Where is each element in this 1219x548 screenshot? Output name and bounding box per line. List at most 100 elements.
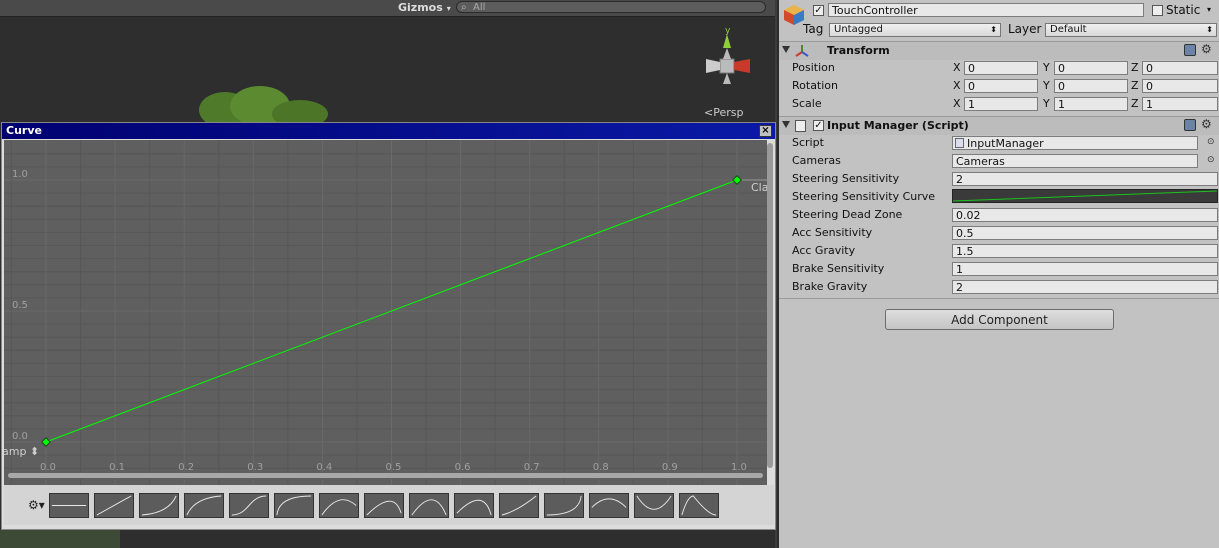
layer-dropdown[interactable]: Default ⬍ — [1045, 23, 1217, 37]
gizmos-dropdown[interactable]: Gizmos ▾ — [398, 1, 451, 14]
inspector-panel: ✓ TouchController Static ▾ Tag Untagged ⬍… — [777, 0, 1219, 548]
object-name-field[interactable]: TouchController — [828, 3, 1144, 17]
curve-preset-button[interactable] — [634, 493, 674, 518]
curve-preset-button[interactable] — [409, 493, 449, 518]
input-manager-title: Input Manager (Script) — [827, 119, 969, 132]
tag-dropdown[interactable]: Untagged ⬍ — [829, 23, 1001, 37]
curve-preset-button[interactable] — [184, 493, 224, 518]
projection-label[interactable]: <Persp — [704, 106, 743, 119]
curve-preset-button[interactable] — [589, 493, 629, 518]
static-dropdown-icon[interactable]: ▾ — [1207, 5, 1211, 14]
horizontal-scrollbar[interactable] — [4, 472, 767, 479]
close-button[interactable]: × — [759, 125, 772, 137]
y-field[interactable]: 0 — [1054, 61, 1128, 75]
tag-dropdown-icon: ⬍ — [990, 25, 997, 34]
curve-window-titlebar[interactable]: Curve × — [2, 123, 775, 139]
acc-gravity-field[interactable]: 1.5 — [952, 244, 1218, 258]
y-axis-label: Y — [1043, 61, 1050, 74]
y-axis-label: Y — [1043, 97, 1050, 110]
curve-preset-button[interactable] — [544, 493, 584, 518]
static-label: Static — [1166, 3, 1201, 17]
y-field[interactable]: 1 — [1054, 97, 1128, 111]
vertical-scroll-thumb[interactable] — [767, 143, 773, 468]
scene-search-input[interactable]: ⌕ All — [456, 1, 766, 13]
acc-gravity-row: Acc Gravity 1.5 — [779, 242, 1219, 260]
close-icon: × — [761, 125, 770, 136]
steering-curve-field[interactable] — [952, 189, 1218, 203]
curve-graph-area[interactable]: 0.0 0.1 0.2 0.3 0.4 0.5 0.6 0.7 0.8 0.9 1.0 0.0 0.5 1… — [4, 140, 767, 495]
acc-sensitivity-field[interactable]: 0.5 — [952, 226, 1218, 240]
curve-preset-button[interactable] — [229, 493, 269, 518]
presets-gear-icon[interactable]: ⚙▾ — [28, 498, 45, 512]
pre-wrap-mode-label[interactable]: amp ⬍ — [4, 445, 39, 458]
object-picker-icon[interactable]: ⊙ — [1207, 137, 1215, 147]
steering-dead-zone-label: Steering Dead Zone — [792, 208, 903, 221]
curve-presets-bar: ⚙▾ — [4, 485, 774, 525]
component-divider — [779, 298, 1219, 299]
transform-foldout-icon[interactable] — [782, 46, 790, 53]
transform-icon — [795, 45, 809, 57]
help-icon[interactable] — [1184, 119, 1196, 131]
curve-preset-button[interactable] — [94, 493, 134, 518]
steering-dead-zone-row: Steering Dead Zone 0.02 — [779, 206, 1219, 224]
curve-chart[interactable]: 0.0 0.1 0.2 0.3 0.4 0.5 0.6 0.7 0.8 0.9 1.00.00.51… — [4, 140, 767, 495]
curve-preset-button[interactable] — [274, 493, 314, 518]
transform-row-label: Rotation — [792, 79, 839, 92]
x-axis-label: X — [953, 79, 961, 92]
transform-header[interactable]: Transform ⚙ — [779, 41, 1219, 60]
cameras-label: Cameras — [792, 154, 841, 167]
z-axis-label: Z — [1131, 61, 1139, 74]
layer-label: Layer — [1008, 22, 1042, 36]
curve-editor-window[interactable]: Curve × 0.0 0.1 0.2 0.3 0.4 0.5 0.6 0.7 0.8 0.9 1.… — [1, 122, 776, 530]
steering-curve-preview — [952, 190, 1218, 202]
horizontal-scroll-thumb[interactable] — [8, 473, 763, 478]
input-manager-foldout-icon[interactable] — [782, 121, 790, 128]
script-row: Script InputManager ⊙ — [779, 134, 1219, 152]
cameras-field[interactable]: Cameras — [952, 154, 1198, 168]
gear-icon[interactable]: ⚙ — [1201, 42, 1212, 56]
curve-preset-button[interactable] — [454, 493, 494, 518]
help-icon[interactable] — [1184, 44, 1196, 56]
z-field[interactable]: 0 — [1142, 61, 1218, 75]
transform-row: Scale X 1 Y 1 Z 1 — [779, 95, 1219, 113]
y-axis-label: Y — [1043, 79, 1050, 92]
x-axis-label: X — [953, 61, 961, 74]
brake-gravity-field[interactable]: 2 — [952, 280, 1218, 294]
z-field[interactable]: 1 — [1142, 97, 1218, 111]
input-manager-header[interactable]: ✓ Input Manager (Script) ⚙ — [779, 116, 1219, 135]
object-picker-icon[interactable]: ⊙ — [1207, 155, 1215, 165]
brake-sensitivity-field[interactable]: 1 — [952, 262, 1218, 276]
gameobject-cube-icon — [784, 5, 804, 25]
curve-preset-button[interactable] — [499, 493, 539, 518]
steering-dead-zone-field[interactable]: 0.02 — [952, 208, 1218, 222]
vertical-scrollbar[interactable] — [767, 140, 774, 470]
curve-preset-button[interactable] — [49, 493, 89, 518]
curve-preset-button[interactable] — [319, 493, 359, 518]
steering-sensitivity-field[interactable]: 2 — [952, 172, 1218, 186]
curve-preset-button[interactable] — [679, 493, 719, 518]
script-field[interactable]: InputManager — [952, 136, 1198, 150]
curve-key-point[interactable] — [41, 437, 51, 447]
curve-preset-button[interactable] — [364, 493, 404, 518]
x-field[interactable]: 0 — [964, 79, 1038, 93]
x-field[interactable]: 1 — [964, 97, 1038, 111]
steering-curve-label: Steering Sensitivity Curve — [792, 190, 936, 203]
x-field[interactable]: 0 — [964, 61, 1038, 75]
scene-gizmo-icon[interactable]: y — [698, 26, 758, 106]
y-tick-label: 0.5 — [12, 300, 28, 311]
script-component-icon — [795, 120, 806, 132]
x-axis-label: X — [953, 97, 961, 110]
y-field[interactable]: 0 — [1054, 79, 1128, 93]
static-checkbox[interactable] — [1152, 5, 1163, 16]
add-component-button[interactable]: Add Component — [885, 309, 1114, 330]
curve-window-title: Curve — [6, 124, 42, 137]
gear-icon[interactable]: ⚙ — [1201, 117, 1212, 131]
curve-preset-button[interactable] — [139, 493, 179, 518]
z-field[interactable]: 0 — [1142, 79, 1218, 93]
input-manager-enabled-checkbox[interactable]: ✓ — [813, 120, 824, 131]
y-tick-label: 1.0 — [12, 169, 28, 180]
post-wrap-mode-label[interactable]: Clan — [751, 181, 767, 194]
curve-key-point[interactable] — [732, 175, 742, 185]
scene-ground — [0, 530, 120, 548]
active-checkbox[interactable]: ✓ — [813, 5, 824, 16]
